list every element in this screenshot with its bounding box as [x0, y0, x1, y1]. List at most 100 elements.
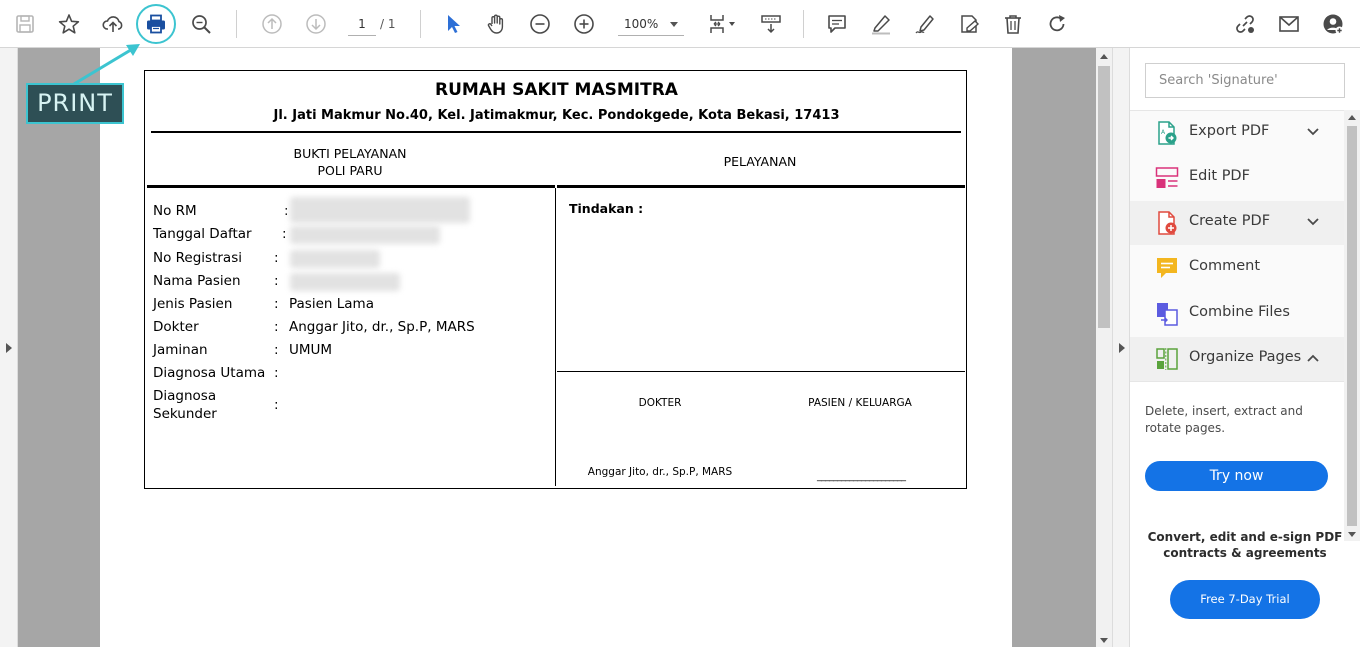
signature-divider: [557, 371, 965, 372]
field-label: Diagnosa Utama: [153, 365, 266, 381]
tool-label: Combine Files: [1189, 304, 1290, 320]
collapse-arrow-icon: [1119, 343, 1125, 353]
comment-icon[interactable]: [821, 8, 853, 40]
service-receipt-document: RUMAH SAKIT MASMITRA Jl. Jati Makmur No.…: [144, 70, 967, 489]
tool-label: Organize Pages: [1189, 349, 1302, 365]
email-icon[interactable]: [1273, 8, 1305, 40]
share-link-icon[interactable]: [1229, 8, 1261, 40]
toolbar-divider: [420, 10, 421, 38]
field-label: Diagnosa: [153, 388, 217, 404]
scroll-up-icon[interactable]: [1100, 54, 1108, 59]
field-label: No RM: [153, 203, 197, 219]
field-label: Jaminan: [153, 342, 208, 358]
toolbar-divider: [803, 10, 804, 38]
scroll-up-icon[interactable]: [1348, 115, 1356, 120]
viewer-background: [1012, 48, 1096, 647]
scrollbar-thumb[interactable]: [1347, 126, 1357, 526]
select-pointer-icon[interactable]: [437, 8, 469, 40]
tools-search-input[interactable]: Search 'Signature': [1145, 63, 1345, 98]
scrollbar-thumb[interactable]: [1098, 66, 1110, 328]
chevron-down-icon[interactable]: [1306, 215, 1320, 229]
page-total-label: / 1: [380, 17, 396, 31]
viewer-background: [18, 48, 100, 647]
receipt-title: BUKTI PELAYANAN: [293, 146, 407, 161]
pan-hand-icon[interactable]: [480, 8, 512, 40]
field-label: Dokter: [153, 319, 199, 335]
create-pdf-icon: [1158, 211, 1177, 235]
doctor-signature-title: DOKTER: [638, 397, 682, 409]
field-colon: :: [274, 319, 279, 335]
tools-scrollbar[interactable]: [1344, 110, 1360, 541]
field-value: Anggar Jito, dr., Sp.P, MARS: [289, 319, 475, 335]
tool-combine-files[interactable]: Combine Files: [1130, 292, 1344, 336]
tool-organize-pages[interactable]: Organize Pages: [1130, 337, 1344, 381]
sign-icon[interactable]: [909, 8, 941, 40]
zoom-in-icon[interactable]: [568, 8, 600, 40]
tool-create-pdf[interactable]: Create PDF: [1130, 201, 1344, 245]
field-colon: :: [274, 250, 279, 266]
left-panel-toggle[interactable]: [0, 48, 18, 647]
try-now-button[interactable]: Try now: [1145, 461, 1328, 491]
tool-label: Comment: [1189, 258, 1261, 274]
bookmark-star-icon[interactable]: [53, 8, 85, 40]
document-scrollbar[interactable]: [1096, 48, 1112, 647]
zoom-out-icon[interactable]: [524, 8, 556, 40]
highlight-pen-icon[interactable]: [865, 8, 897, 40]
field-value: Pasien Lama: [289, 296, 374, 312]
column-divider: [555, 188, 556, 486]
delete-icon[interactable]: [997, 8, 1029, 40]
export-pdf-icon: A: [1158, 121, 1177, 145]
redacted-value: [290, 226, 440, 244]
save-icon[interactable]: [9, 8, 41, 40]
rotate-icon[interactable]: [1041, 8, 1073, 40]
print-annotation-label: PRINT: [26, 83, 124, 124]
tool-label: Edit PDF: [1189, 168, 1250, 184]
tool-comment[interactable]: Comment: [1130, 246, 1344, 290]
upload-cloud-icon[interactable]: [97, 8, 129, 40]
field-colon: :: [284, 203, 289, 219]
tool-export-pdf[interactable]: A Export PDF: [1130, 111, 1344, 155]
account-icon[interactable]: [1317, 8, 1349, 40]
top-toolbar: 1 / 1 100%: [0, 0, 1360, 48]
scroll-mode-icon[interactable]: [755, 8, 787, 40]
tools-pane: Search 'Signature' A Export PDF Edit PDF…: [1130, 48, 1360, 647]
tindakan-label: Tindakan :: [569, 201, 644, 216]
header-rule: [151, 131, 961, 133]
fill-sign-icon[interactable]: [953, 8, 985, 40]
organize-pages-description: Delete, insert, extract and rotate pages…: [1145, 404, 1303, 435]
toolbar-divider: [236, 10, 237, 38]
field-colon: :: [282, 226, 287, 242]
field-colon: :: [274, 296, 279, 312]
chevron-down-icon[interactable]: [1306, 125, 1320, 139]
field-colon: :: [274, 342, 279, 358]
clinic-name: POLI PARU: [317, 163, 383, 178]
free-trial-button[interactable]: Free 7-Day Trial: [1170, 580, 1320, 619]
redacted-value: [290, 273, 400, 291]
field-label: No Registrasi: [153, 250, 242, 266]
page-down-icon[interactable]: [300, 8, 332, 40]
comment-tool-icon: [1157, 258, 1177, 278]
zoom-level-dropdown[interactable]: 100%: [618, 12, 684, 36]
field-value: UMUM: [289, 342, 333, 358]
right-panel-toggle[interactable]: [1112, 48, 1130, 647]
chevron-up-icon[interactable]: [1306, 351, 1320, 365]
divider-right: [557, 185, 965, 188]
hospital-address: Jl. Jati Makmur No.40, Kel. Jatimakmur, …: [273, 108, 840, 123]
page-number-input[interactable]: 1: [348, 12, 376, 36]
page-up-icon[interactable]: [256, 8, 288, 40]
edit-pdf-icon: [1155, 167, 1179, 188]
scroll-down-icon[interactable]: [1100, 638, 1108, 643]
patient-signature-title: PASIEN / KELUARGA: [808, 397, 912, 409]
page-fit-icon[interactable]: [704, 8, 740, 40]
chevron-down-icon: [670, 22, 678, 27]
field-label: Jenis Pasien: [153, 296, 233, 312]
field-label: Nama Pasien: [153, 273, 241, 289]
hospital-name: RUMAH SAKIT MASMITRA: [435, 80, 678, 100]
print-icon[interactable]: [140, 8, 172, 40]
zoom-search-icon[interactable]: [185, 8, 217, 40]
field-colon: :: [274, 273, 279, 289]
field-colon: :: [274, 365, 279, 381]
tool-edit-pdf[interactable]: Edit PDF: [1130, 156, 1344, 200]
combine-files-icon: [1157, 303, 1178, 326]
tool-label: Export PDF: [1189, 123, 1270, 139]
